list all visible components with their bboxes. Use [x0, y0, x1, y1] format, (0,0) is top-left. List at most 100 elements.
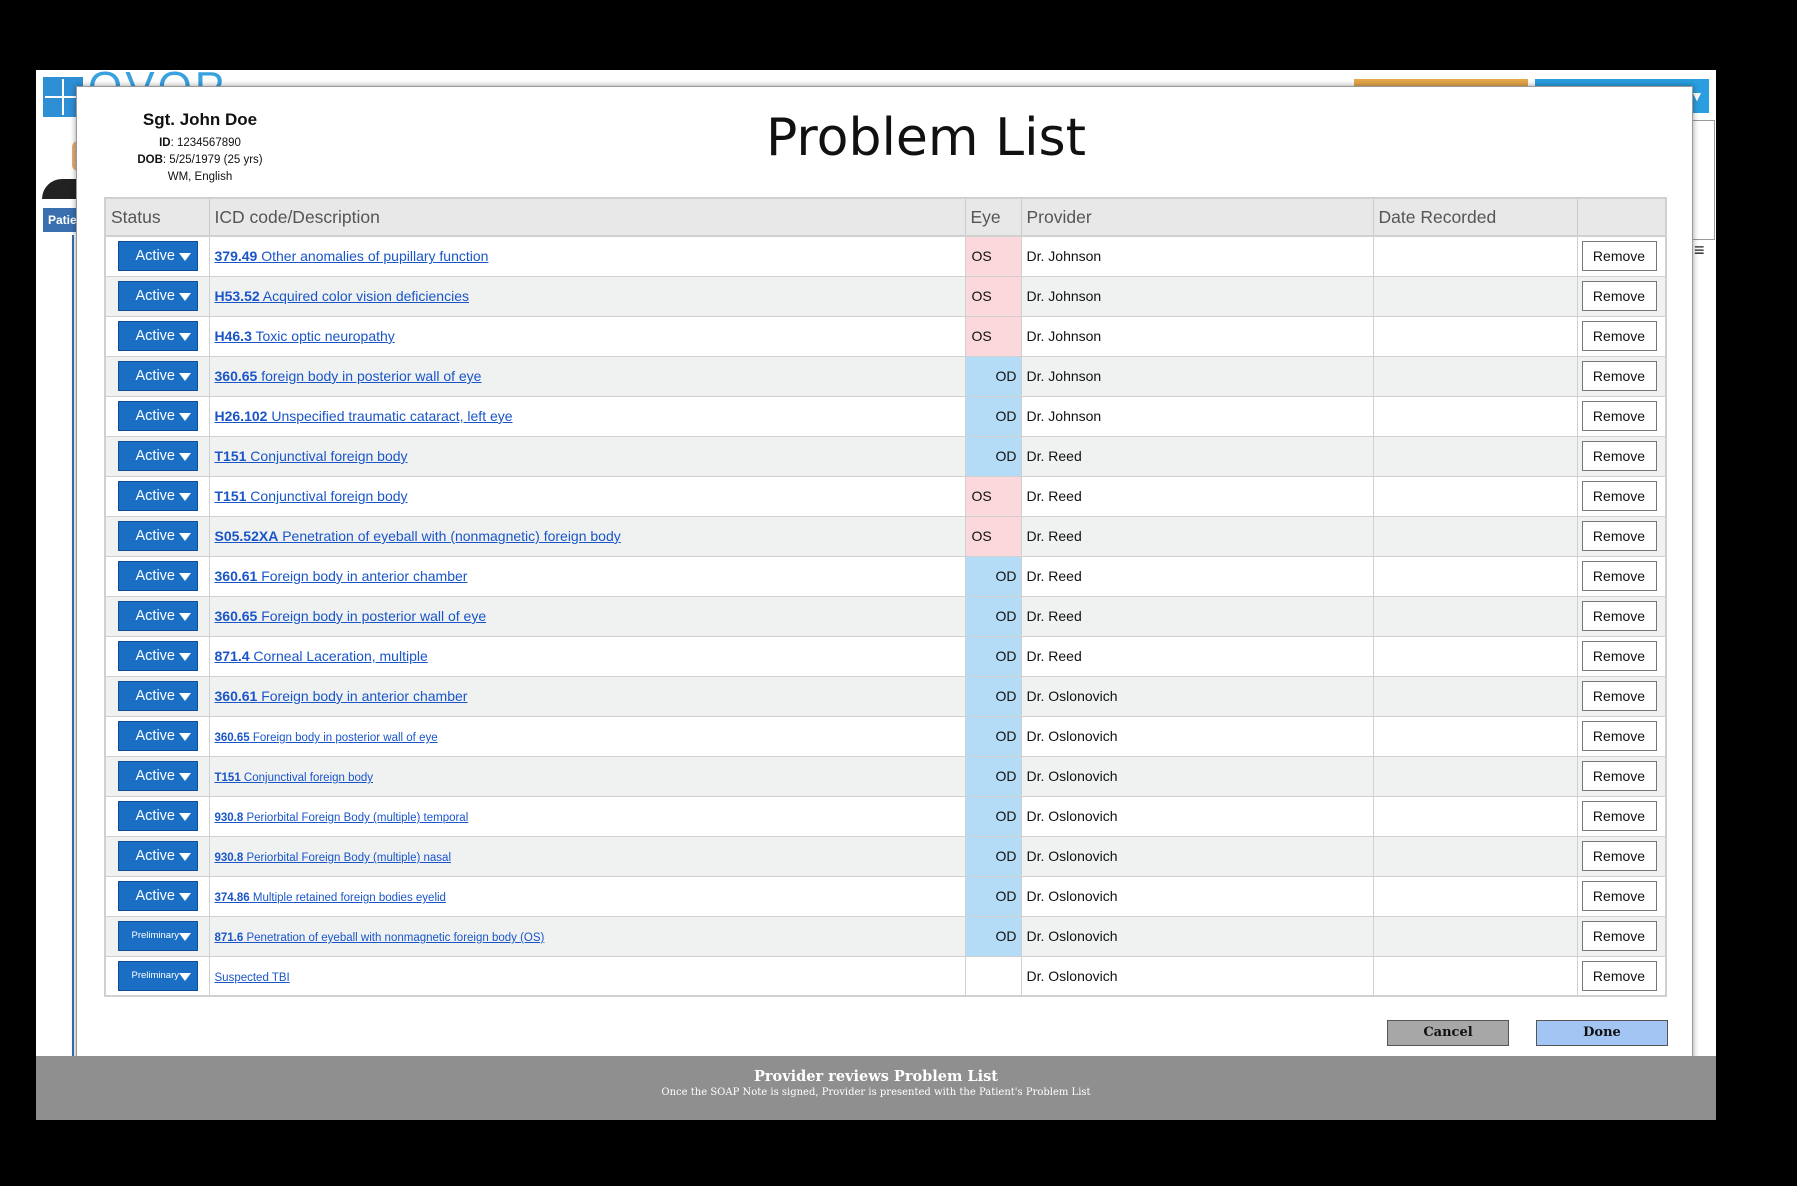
status-dropdown[interactable]: Active: [118, 881, 198, 911]
icd-code: 871.6: [214, 932, 244, 944]
icd-cell: H26.102 Unspecified traumatic cataract, …: [209, 396, 966, 437]
remove-button[interactable]: Remove: [1581, 801, 1657, 831]
remove-button[interactable]: Remove: [1581, 561, 1657, 591]
remove-button[interactable]: Remove: [1581, 960, 1657, 991]
provider-cell: Dr. Reed: [1021, 596, 1374, 637]
provider-cell: Dr. Oslonovich: [1021, 836, 1374, 877]
date-recorded-cell: [1373, 396, 1578, 437]
status-dropdown[interactable]: Preliminary: [118, 960, 198, 991]
icd-link[interactable]: 360.65 foreign body in posterior wall of…: [215, 368, 482, 384]
provider-cell: Dr. Reed: [1021, 436, 1374, 477]
icd-link[interactable]: T151 Conjunctival foreign body: [215, 772, 374, 784]
status-dropdown[interactable]: Active: [118, 641, 198, 671]
caret-down-icon: [179, 653, 191, 661]
caret-down-icon: [179, 853, 191, 861]
icd-link[interactable]: H26.102 Unspecified traumatic cataract, …: [215, 408, 513, 424]
remove-button[interactable]: Remove: [1581, 641, 1657, 671]
status-cell: Active: [105, 756, 210, 797]
icd-link[interactable]: T151 Conjunctival foreign body: [215, 448, 408, 464]
icd-code: 360.61: [214, 568, 258, 584]
remove-button[interactable]: Remove: [1581, 521, 1657, 551]
icd-link[interactable]: 374.86 Multiple retained foreign bodies …: [215, 892, 446, 904]
provider-cell: Dr. Johnson: [1021, 396, 1374, 437]
remove-button[interactable]: Remove: [1581, 241, 1657, 272]
status-dropdown[interactable]: Active: [118, 841, 198, 871]
eye-cell: OD: [965, 836, 1022, 877]
icd-link[interactable]: 871.4 Corneal Laceration, multiple: [215, 648, 428, 664]
icd-link[interactable]: 379.49 Other anomalies of pupillary func…: [215, 248, 489, 264]
provider-cell: Dr. Reed: [1021, 516, 1374, 557]
status-cell: Active: [105, 836, 210, 877]
status-dropdown[interactable]: Active: [118, 721, 198, 751]
action-cell: Remove: [1577, 436, 1667, 477]
status-cell: Active: [105, 596, 210, 637]
icd-link[interactable]: 360.65 Foreign body in posterior wall of…: [215, 608, 487, 624]
status-dropdown[interactable]: Active: [118, 401, 198, 431]
action-cell: Remove: [1577, 396, 1667, 437]
table-row: Active 360.65 foreign body in posterior w…: [105, 356, 1667, 397]
status-dropdown[interactable]: Active: [118, 481, 198, 511]
date-recorded-cell: [1373, 436, 1578, 477]
icd-description: Corneal Laceration, multiple: [249, 648, 428, 664]
status-dropdown[interactable]: Active: [118, 361, 198, 391]
remove-button[interactable]: Remove: [1581, 321, 1657, 351]
status-dropdown[interactable]: Active: [118, 601, 198, 631]
icd-link[interactable]: 360.61 Foreign body in anterior chamber: [215, 688, 468, 704]
remove-button[interactable]: Remove: [1581, 721, 1657, 751]
icd-code: 930.8: [214, 812, 244, 824]
icd-cell: 930.8 Periorbital Foreign Body (multiple…: [209, 796, 966, 837]
remove-button[interactable]: Remove: [1581, 681, 1657, 711]
remove-button[interactable]: Remove: [1581, 481, 1657, 511]
status-dropdown[interactable]: Active: [118, 681, 198, 711]
status-dropdown[interactable]: Preliminary: [118, 921, 198, 951]
table-row: Active H46.3 Toxic optic neuropathy OS Dr. …: [105, 316, 1667, 357]
status-dropdown[interactable]: Active: [118, 441, 198, 471]
icd-link[interactable]: H46.3 Toxic optic neuropathy: [215, 328, 395, 344]
icd-link[interactable]: S05.52XA Penetration of eyeball with (no…: [215, 528, 621, 544]
remove-button[interactable]: Remove: [1581, 921, 1657, 951]
icd-link[interactable]: T151 Conjunctival foreign body: [215, 488, 408, 504]
remove-button[interactable]: Remove: [1581, 841, 1657, 871]
cancel-button[interactable]: Cancel: [1387, 1020, 1509, 1046]
remove-button[interactable]: Remove: [1581, 881, 1657, 911]
remove-button[interactable]: Remove: [1581, 761, 1657, 791]
date-recorded-cell: [1373, 356, 1578, 397]
remove-button[interactable]: Remove: [1581, 441, 1657, 471]
icd-link[interactable]: Suspected TBI: [215, 972, 290, 984]
remove-button[interactable]: Remove: [1581, 601, 1657, 631]
icd-cell: 930.8 Periorbital Foreign Body (multiple…: [209, 836, 966, 877]
caret-down-icon: [179, 893, 191, 901]
provider-cell: Dr. Reed: [1021, 476, 1374, 517]
icd-code: T151: [214, 772, 241, 784]
menu-icon: ≡: [1694, 240, 1705, 260]
icd-link[interactable]: 930.8 Periorbital Foreign Body (multiple…: [215, 812, 469, 824]
table-row: Active 360.61 Foreign body in anterior ch…: [105, 676, 1667, 717]
remove-button[interactable]: Remove: [1581, 361, 1657, 391]
status-label: Active: [135, 328, 176, 344]
done-button[interactable]: Done: [1536, 1020, 1668, 1046]
icd-link[interactable]: 871.6 Penetration of eyeball with nonmag…: [215, 932, 545, 944]
status-dropdown[interactable]: Active: [118, 521, 198, 551]
icd-link[interactable]: 360.65 Foreign body in posterior wall of…: [215, 732, 438, 744]
remove-button[interactable]: Remove: [1581, 281, 1657, 311]
patient-dob-label: DOB: [137, 154, 163, 166]
caption-title: Provider reviews Problem List: [754, 1068, 998, 1085]
table-row: Active 930.8 Periorbital Foreign Body (mu…: [105, 796, 1667, 837]
date-recorded-cell: [1373, 676, 1578, 717]
date-recorded-cell: [1373, 876, 1578, 917]
status-cell: Active: [105, 276, 210, 317]
status-dropdown[interactable]: Active: [118, 321, 198, 351]
status-dropdown[interactable]: Active: [118, 561, 198, 591]
status-dropdown[interactable]: Active: [118, 801, 198, 831]
eye-cell: OD: [965, 436, 1022, 477]
icd-link[interactable]: 930.8 Periorbital Foreign Body (multiple…: [215, 852, 452, 864]
status-dropdown[interactable]: Active: [118, 281, 198, 311]
icd-link[interactable]: 360.61 Foreign body in anterior chamber: [215, 568, 468, 584]
remove-button[interactable]: Remove: [1581, 401, 1657, 431]
action-cell: Remove: [1577, 596, 1667, 637]
problem-list-table: Status ICD code/Description Eye Provider…: [104, 197, 1667, 997]
status-dropdown[interactable]: Active: [118, 241, 198, 272]
status-dropdown[interactable]: Active: [118, 761, 198, 791]
avatar: [42, 135, 84, 200]
icd-link[interactable]: H53.52 Acquired color vision deficiencie…: [215, 288, 470, 304]
